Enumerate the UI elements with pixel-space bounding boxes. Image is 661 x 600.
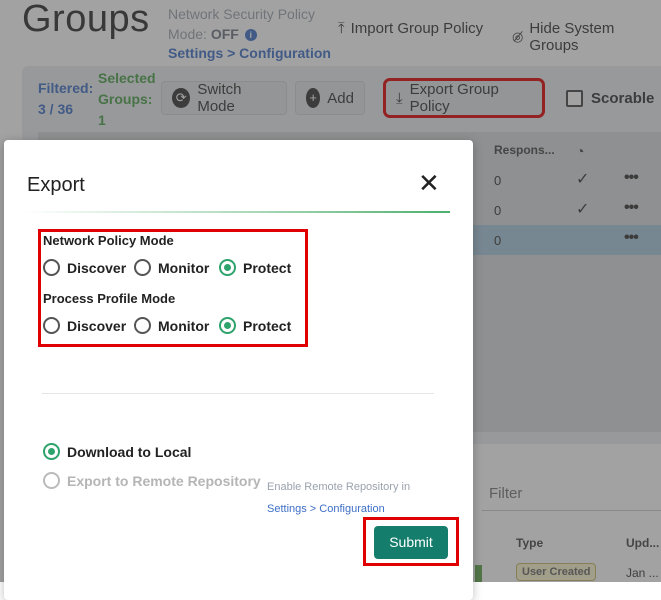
- title-divider: [24, 211, 450, 213]
- close-icon[interactable]: ✕: [418, 170, 440, 196]
- remote-repository-hint: Enable Remote Repository in Settings > C…: [267, 476, 410, 520]
- radio-icon: [134, 317, 151, 334]
- section-divider: [42, 393, 434, 394]
- radio-checked-icon: [219, 259, 236, 276]
- network-mode-monitor-radio[interactable]: Monitor: [134, 259, 209, 276]
- process-mode-protect-radio[interactable]: Protect: [219, 317, 291, 334]
- radio-checked-icon: [219, 317, 236, 334]
- download-to-local-radio[interactable]: Download to Local: [43, 443, 191, 460]
- dialog-title: Export: [27, 174, 85, 196]
- radio-icon: [134, 259, 151, 276]
- submit-highlight: Submit: [363, 517, 459, 566]
- export-dialog: Export ✕ Network Policy Mode Discover Mo…: [4, 140, 473, 600]
- network-policy-mode-label: Network Policy Mode: [43, 233, 174, 248]
- network-mode-protect-radio[interactable]: Protect: [219, 259, 291, 276]
- radio-icon: [43, 259, 60, 276]
- submit-button[interactable]: Submit: [374, 526, 448, 559]
- export-to-remote-radio[interactable]: Export to Remote Repository: [43, 472, 261, 489]
- network-mode-discover-radio[interactable]: Discover: [43, 259, 126, 276]
- process-profile-mode-label: Process Profile Mode: [43, 291, 176, 306]
- radio-checked-icon: [43, 443, 60, 460]
- process-mode-discover-radio[interactable]: Discover: [43, 317, 126, 334]
- radio-icon: [43, 317, 60, 334]
- radio-icon: [43, 472, 60, 489]
- process-mode-monitor-radio[interactable]: Monitor: [134, 317, 209, 334]
